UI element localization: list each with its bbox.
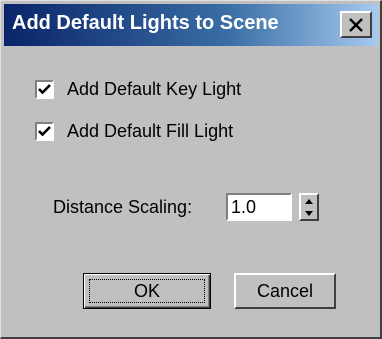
fill-light-checkbox[interactable]	[35, 122, 54, 141]
close-icon	[349, 17, 363, 32]
key-light-checkbox[interactable]	[35, 80, 54, 99]
arrow-up-icon	[305, 198, 313, 204]
cancel-button[interactable]: Cancel	[234, 273, 336, 309]
distance-scaling-spinner[interactable]	[299, 193, 319, 221]
checkmark-icon	[38, 84, 51, 95]
window-title: Add Default Lights to Scene	[12, 12, 279, 34]
ok-button[interactable]: OK	[83, 273, 211, 309]
arrow-down-icon	[305, 210, 313, 216]
checkmark-icon	[38, 126, 51, 137]
key-light-option[interactable]: Add Default Key Light	[35, 79, 241, 100]
distance-scaling-label: Distance Scaling:	[53, 197, 193, 217]
fill-light-label: Add Default Fill Light	[67, 121, 234, 141]
title-bar[interactable]: Add Default Lights to Scene	[4, 4, 378, 46]
close-button[interactable]	[340, 11, 372, 38]
spinner-down-button[interactable]	[301, 207, 317, 219]
fill-light-option[interactable]: Add Default Fill Light	[35, 121, 233, 142]
focus-ring	[89, 279, 205, 303]
cancel-button-label: Cancel	[256, 280, 314, 301]
key-light-label: Add Default Key Light	[67, 79, 242, 99]
distance-scaling-input[interactable]	[226, 193, 292, 221]
spinner-up-button[interactable]	[301, 195, 317, 207]
dialog-window: Add Default Lights to Scene Add Default …	[0, 0, 382, 339]
